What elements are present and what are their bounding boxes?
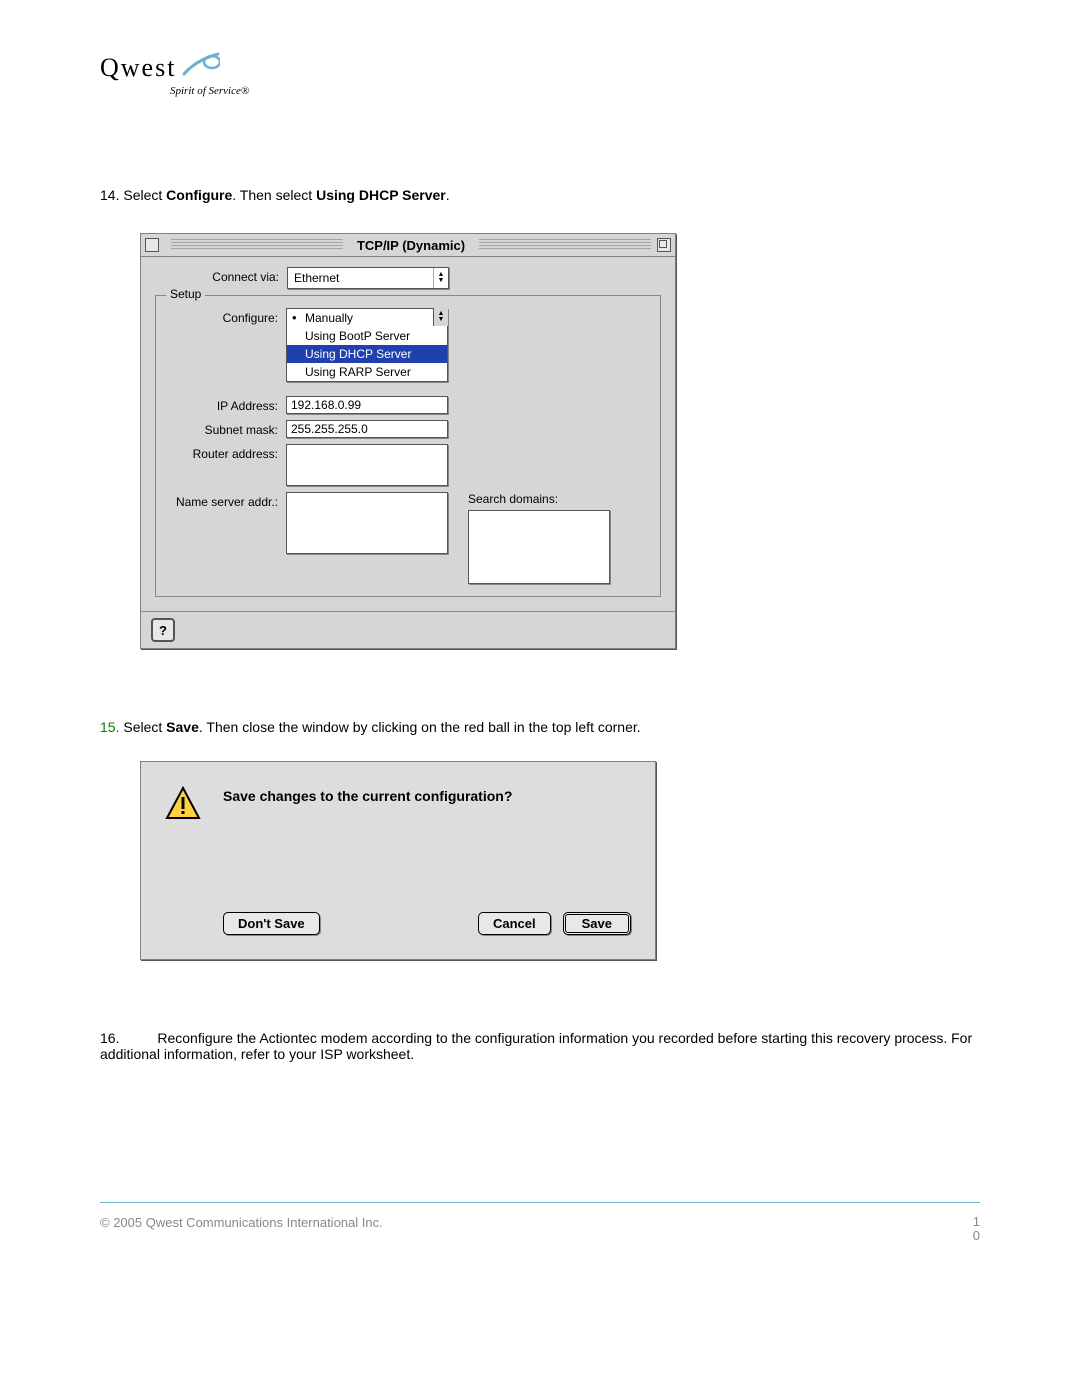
step-14-number: 14.: [100, 187, 119, 203]
step-16-number: 16.: [100, 1030, 119, 1046]
footer-copyright: © 2005 Qwest Communications Internationa…: [100, 1215, 383, 1244]
footer-page-top: 1: [973, 1215, 980, 1229]
window-title: TCP/IP (Dynamic): [349, 238, 473, 253]
configure-option-manually[interactable]: Manually: [287, 309, 447, 327]
save-dialog: Save changes to the current configuratio…: [140, 761, 656, 960]
cancel-button[interactable]: Cancel: [478, 912, 551, 935]
router-address-input[interactable]: [286, 444, 448, 486]
help-icon: ?: [159, 623, 167, 638]
configure-option-dhcp[interactable]: Using DHCP Server: [287, 345, 447, 363]
setup-fieldset: Setup Configure: Manually Using BootP Se…: [155, 295, 661, 597]
window-titlebar: TCP/IP (Dynamic): [141, 234, 675, 257]
close-box-icon[interactable]: [145, 238, 159, 252]
logo-block: Qwest Spirit of Service®: [100, 50, 980, 97]
footer-page-bottom: 0: [973, 1229, 980, 1243]
tcpip-window: TCP/IP (Dynamic) Connect via: Ethernet ▲…: [140, 233, 676, 649]
logo-brand: Qwest: [100, 53, 176, 82]
logo-tagline: Spirit of Service®: [170, 85, 980, 97]
subnet-mask-input[interactable]: 255.255.255.0: [286, 420, 448, 438]
help-button[interactable]: ?: [151, 618, 175, 642]
dont-save-button[interactable]: Don't Save: [223, 912, 320, 935]
step-15-number: 15.: [100, 719, 119, 735]
zoom-box-icon[interactable]: [657, 238, 671, 252]
step-14-text: Select Configure. Then select Using DHCP…: [123, 187, 449, 203]
configure-option-rarp[interactable]: Using RARP Server: [287, 363, 447, 381]
page-footer: © 2005 Qwest Communications Internationa…: [100, 1202, 980, 1244]
subnet-mask-label: Subnet mask:: [168, 420, 286, 437]
save-button[interactable]: Save: [563, 912, 631, 935]
configure-dropdown-open[interactable]: Manually Using BootP Server Using DHCP S…: [286, 308, 448, 382]
dialog-message: Save changes to the current configuratio…: [223, 786, 512, 804]
ip-address-label: IP Address:: [168, 396, 286, 413]
name-server-label: Name server addr.:: [168, 492, 286, 509]
step-16-text: Reconfigure the Actiontec modem accordin…: [100, 1030, 972, 1062]
ip-address-input[interactable]: 192.168.0.99: [286, 396, 448, 414]
configure-option-bootp[interactable]: Using BootP Server: [287, 327, 447, 345]
search-domains-input[interactable]: [468, 510, 610, 584]
router-address-label: Router address:: [168, 444, 286, 461]
connect-via-label: Connect via:: [155, 267, 287, 284]
titlebar-stripes: [171, 239, 343, 251]
configure-label: Configure:: [168, 308, 286, 325]
connect-via-value: Ethernet: [288, 271, 433, 285]
logo-swoosh-icon: [182, 52, 220, 81]
step-15-text: Select Save. Then close the window by cl…: [123, 719, 640, 735]
search-domains-label: Search domains:: [468, 492, 610, 506]
warning-icon: [165, 786, 201, 822]
connect-via-dropdown[interactable]: Ethernet ▲▼: [287, 267, 449, 289]
name-server-input[interactable]: [286, 492, 448, 554]
dropdown-arrows-icon: ▲▼: [433, 308, 448, 326]
titlebar-stripes: [479, 239, 651, 251]
step-16: 16. Reconfigure the Actiontec modem acco…: [100, 1030, 980, 1062]
step-15: 15. Select Save. Then close the window b…: [100, 719, 980, 735]
setup-legend: Setup: [166, 287, 205, 301]
dropdown-arrows-icon: ▲▼: [433, 268, 448, 288]
step-14: 14. Select Configure. Then select Using …: [100, 187, 980, 203]
